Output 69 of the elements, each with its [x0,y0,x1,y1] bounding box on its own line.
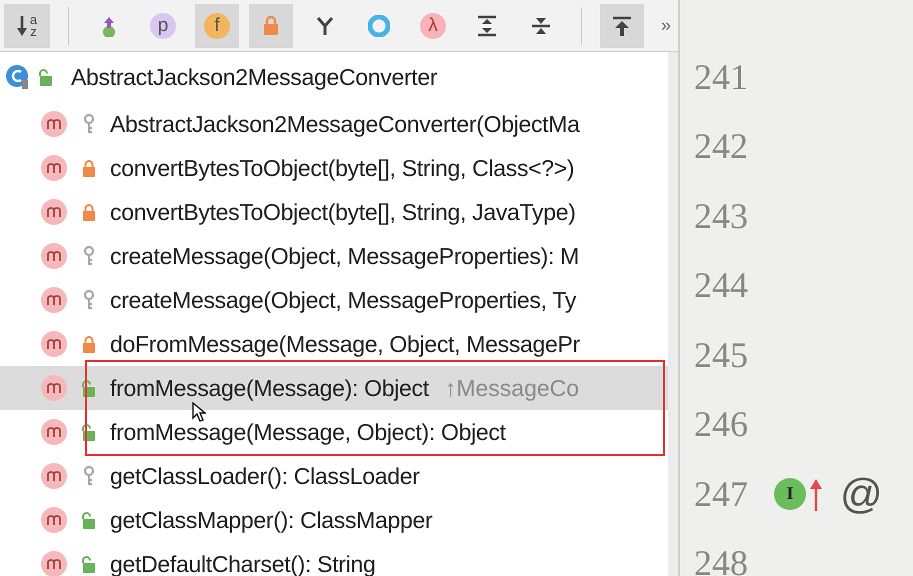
tree-row[interactable]: getDefaultCharset(): String [0,542,668,576]
arrow-down-icon [16,14,28,38]
tree-row[interactable]: getClassLoader(): ClassLoader [0,454,668,498]
open-lock-icon [82,555,96,573]
line-number: 244 [694,264,749,306]
method-icon [40,462,68,490]
inherited-from: ↑MessageCo [444,374,580,402]
method-icon [40,550,68,576]
method-icon [40,154,68,182]
member-name: fromMessage(Message): Object [110,374,429,402]
sort-button[interactable]: az [4,4,50,48]
class-icon [5,64,31,90]
tree-row[interactable]: createMessage(Object, MessageProperties, Ty [0,278,668,322]
annotation-marker[interactable]: @ [840,470,883,518]
expand-all-icon [476,14,498,36]
line-number: 248 [694,542,749,576]
method-icon [40,506,68,534]
member-name: fromMessage(Message, Object): Object [110,418,506,446]
member-name: getClassMapper(): ClassMapper [110,506,432,534]
filter-button[interactable]: p [141,4,186,48]
tree-row[interactable]: doFromMessage(Message, Object, MessagePr [0,322,668,366]
line-number: 243 [694,194,749,237]
method-icon [40,330,68,358]
open-lock-icon [82,511,96,529]
autoscroll-button[interactable] [600,4,644,48]
line-number: 246 [694,403,749,446]
member-name: convertBytesToObject(byte[], String, Class<?>) [110,154,574,182]
autoscroll-icon [611,14,633,36]
line-number: 242 [694,125,749,168]
lock-icon [82,203,96,221]
open-lock-icon [39,68,53,86]
open-lock-icon [82,379,96,397]
tree-row[interactable]: createMessage(Object, MessageProperties): M [0,234,668,278]
key-icon [82,466,96,486]
member-name: createMessage(Object, MessageProperties): M [110,242,580,270]
line-number: 241 [694,56,749,98]
lock-icon [82,335,96,353]
line-number: 247 [694,472,749,515]
mouse-pointer-icon [192,402,206,422]
method-icon [40,198,68,226]
member-name: getClassLoader(): ClassLoader [110,462,420,490]
tree-row[interactable]: convertBytesToObject(byte[], String, Class<?>) [0,146,668,190]
key-icon [82,246,96,266]
method-icon [40,374,68,402]
tree-row[interactable]: convertBytesToObject(byte[], String, JavaType) [0,190,668,234]
open-lock-icon [82,423,96,441]
method-icon [40,418,68,446]
ring-icon [368,14,390,36]
tree-row[interactable]: AbstractJackson2MessageConverter(ObjectMa [0,102,668,146]
method-icon [40,286,68,314]
method-icon [40,242,68,270]
key-icon [82,290,96,310]
key-icon [82,114,96,134]
member-name: createMessage(Object, MessageProperties, Ty [110,286,576,314]
scrollbar[interactable] [668,52,678,576]
method-icon [40,110,68,138]
line-number: 245 [694,334,749,376]
tree-row[interactable]: fromMessage(Message): Object ↑MessageCo [0,366,668,410]
class-name[interactable]: AbstractJackson2MessageConverter [71,64,438,90]
member-name: AbstractJackson2MessageConverter(ObjectMa [110,110,580,138]
more-button[interactable]: » [654,4,678,48]
lock-icon [82,159,96,177]
member-name: doFromMessage(Message, Object, MessagePr [110,330,580,358]
tree-row[interactable]: getClassMapper(): ClassMapper [0,498,668,542]
filter-button[interactable]: f [195,4,240,48]
member-name: convertBytesToObject(byte[], String, JavaType) [110,198,576,226]
member-name: getDefaultCharset(): String [110,550,376,576]
implements-icon[interactable]: I [774,478,806,510]
arrow-up-icon [810,476,822,511]
